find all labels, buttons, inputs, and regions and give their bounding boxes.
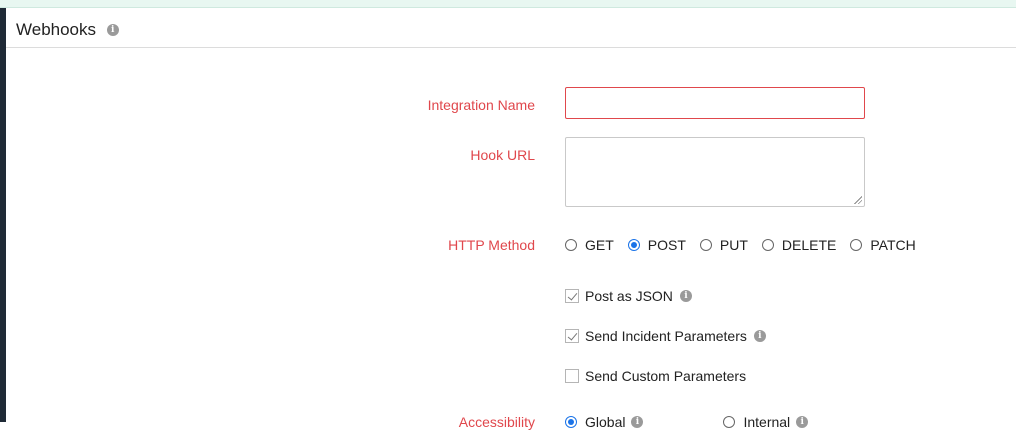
http-method-option-put[interactable]: PUT	[699, 237, 748, 253]
radio-button-selected[interactable]	[565, 416, 577, 428]
accessibility-radio-group: Global i Internal i	[565, 414, 822, 430]
post-as-json-label: Post as JSON	[585, 288, 673, 304]
page-title: Webhooks i	[16, 20, 119, 40]
top-strip	[0, 0, 1016, 8]
send-custom-parameters-row[interactable]: Send Custom Parameters	[565, 368, 746, 384]
accessibility-label: Accessibility	[458, 414, 535, 430]
http-method-radio-group: GET POST PUT DELETE PATCH	[565, 237, 930, 253]
page-header: Webhooks i	[6, 8, 1016, 48]
radio-label: Internal	[743, 414, 791, 430]
radio-button[interactable]	[761, 239, 774, 251]
accessibility-option-global[interactable]: Global i	[565, 414, 644, 430]
send-custom-parameters-checkbox[interactable]	[565, 369, 579, 383]
http-method-option-get[interactable]: GET	[565, 237, 614, 253]
info-icon[interactable]: i	[631, 416, 644, 428]
resize-grip-icon[interactable]	[854, 196, 862, 204]
radio-label: Global	[585, 414, 626, 430]
radio-label: PUT	[719, 237, 748, 253]
http-method-label: HTTP Method	[448, 237, 535, 253]
hook-url-textarea[interactable]	[565, 137, 865, 207]
http-method-option-post[interactable]: POST	[627, 237, 686, 253]
radio-button[interactable]	[699, 239, 712, 251]
send-incident-parameters-label: Send Incident Parameters	[585, 328, 747, 344]
info-icon[interactable]: i	[106, 23, 119, 36]
radio-label: DELETE	[781, 237, 837, 253]
info-icon[interactable]: i	[796, 416, 809, 428]
radio-label: GET	[585, 237, 614, 253]
info-icon[interactable]: i	[753, 330, 766, 342]
send-incident-parameters-checkbox[interactable]	[565, 329, 579, 343]
page-title-text: Webhooks	[16, 20, 97, 39]
radio-button-selected[interactable]	[627, 239, 640, 251]
radio-button[interactable]	[850, 239, 863, 251]
http-method-option-patch[interactable]: PATCH	[850, 237, 916, 253]
info-icon[interactable]: i	[679, 290, 692, 302]
accessibility-option-internal[interactable]: Internal i	[723, 414, 809, 430]
left-sidebar-edge	[0, 8, 6, 422]
integration-name-input[interactable]	[565, 87, 865, 119]
post-as-json-checkbox[interactable]	[565, 289, 579, 303]
hook-url-label: Hook URL	[470, 147, 535, 163]
radio-label: PATCH	[870, 237, 916, 253]
send-incident-parameters-row[interactable]: Send Incident Parameters i	[565, 328, 766, 344]
http-method-option-delete[interactable]: DELETE	[761, 237, 837, 253]
radio-button[interactable]	[565, 239, 577, 251]
send-custom-parameters-label: Send Custom Parameters	[585, 368, 747, 384]
radio-label: POST	[647, 237, 686, 253]
integration-name-label: Integration Name	[427, 97, 535, 113]
post-as-json-row[interactable]: Post as JSON i	[565, 288, 692, 304]
radio-button[interactable]	[723, 416, 736, 428]
